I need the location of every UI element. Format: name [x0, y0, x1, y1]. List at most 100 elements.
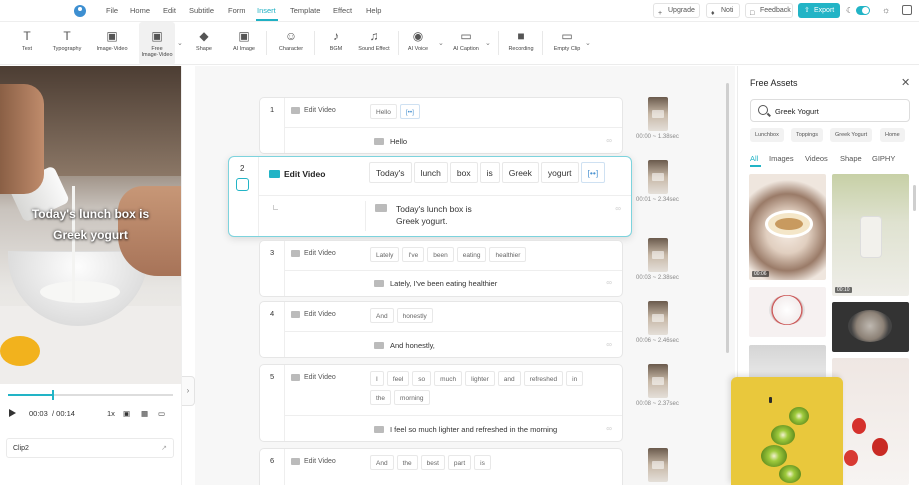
edit-video-button[interactable]: Edit Video — [304, 250, 336, 257]
word-chip[interactable]: lighter — [465, 371, 495, 386]
feedback-button[interactable]: □ Feedback — [745, 3, 793, 18]
grid-icon[interactable]: ▦ — [141, 409, 148, 418]
word-chip[interactable]: I've — [402, 247, 425, 262]
scene-row[interactable]: 1 Edit Video Hello [••] Hello ∞ — [259, 97, 623, 154]
chevron-down-icon[interactable]: ⌄ — [485, 39, 491, 47]
suggestion-chip[interactable]: Greek Yogurt — [830, 128, 873, 142]
word-chip[interactable]: feel — [386, 371, 410, 386]
caption-text[interactable]: Lately, I've been eating healthier — [390, 279, 497, 288]
word-chip[interactable]: and — [497, 371, 521, 386]
tool-empty-clip[interactable]: ▭ Empty Clip — [552, 22, 582, 65]
word-chip[interactable]: honestly — [396, 308, 433, 323]
word-chip[interactable]: much — [434, 371, 463, 386]
tool-image-video[interactable]: ▣ Image·Video — [94, 22, 130, 65]
menu-edit[interactable]: Edit — [163, 6, 176, 15]
scene-thumbnail[interactable] — [648, 238, 668, 272]
asset-yogurt-bowl-video[interactable]: 00:06 — [749, 174, 826, 280]
edit-video-button[interactable]: Edit Video — [304, 311, 336, 318]
word-chip[interactable]: box — [449, 162, 478, 183]
link-icon[interactable]: ∞ — [606, 136, 612, 145]
caption-text[interactable]: Hello — [390, 137, 407, 146]
link-icon[interactable]: ∞ — [606, 424, 612, 433]
clip-selector[interactable]: Clip2 ↗ — [6, 438, 174, 458]
scene-row[interactable]: 3 Edit Video Lately I've been eating healthi… — [259, 240, 623, 297]
suggestion-chip[interactable]: Toppings — [791, 128, 824, 142]
tab-giphy[interactable]: GIPHY — [872, 154, 895, 163]
asset-smoothie-video[interactable]: 00:10 — [832, 174, 909, 296]
external-link-icon[interactable]: ↗ — [161, 444, 167, 452]
word-chip[interactable]: the — [396, 455, 418, 470]
word-chip[interactable]: so — [412, 371, 432, 386]
menu-template[interactable]: Template — [290, 6, 320, 15]
pause-chip[interactable]: [••] — [580, 162, 606, 183]
asset-kiwi-drag-preview[interactable] — [731, 377, 843, 485]
word-chip[interactable]: is — [479, 162, 500, 183]
caption-text[interactable]: And honestly, — [390, 341, 435, 350]
word-chip[interactable]: And — [370, 455, 394, 470]
chevron-down-icon[interactable]: ⌄ — [585, 39, 591, 47]
tool-ai-caption[interactable]: ▭ AI Caption — [452, 22, 480, 65]
tab-videos[interactable]: Videos — [805, 154, 828, 163]
link-icon[interactable]: ∞ — [615, 204, 621, 213]
word-chip[interactable]: healthier — [489, 247, 527, 262]
dark-mode-toggle[interactable] — [856, 6, 870, 15]
word-chip[interactable]: I — [370, 371, 384, 386]
word-chip[interactable]: Hello — [370, 104, 397, 119]
tool-shape[interactable]: ◆ Shape — [191, 22, 217, 65]
tool-text[interactable]: T Text — [14, 22, 40, 65]
scene-row[interactable]: 5 Edit Video Ifeel so much lighter and refres… — [259, 364, 623, 442]
word-chip[interactable]: morning — [394, 390, 430, 405]
caption-text[interactable]: I feel so much lighter and refreshed in … — [390, 425, 557, 434]
sun-icon[interactable]: ☼ — [882, 5, 890, 15]
timeline-scrubber[interactable] — [8, 390, 173, 400]
menu-subtitle[interactable]: Subtitle — [189, 6, 214, 15]
word-chip[interactable]: lunch — [413, 162, 448, 183]
avatar[interactable] — [74, 5, 86, 17]
edit-video-button[interactable]: Edit Video — [304, 107, 336, 114]
menu-insert[interactable]: Insert — [257, 6, 276, 15]
scene-row-selected[interactable]: 2 Edit Video Today's lunch box is Greek yogur… — [228, 156, 632, 237]
word-chip[interactable]: is — [474, 455, 491, 470]
scene-row[interactable]: 4 Edit Video And honestly And honestly, ∞ — [259, 301, 623, 358]
word-chip[interactable]: been — [427, 247, 454, 262]
close-icon[interactable]: ✕ — [901, 76, 910, 89]
menu-help[interactable]: Help — [366, 6, 381, 15]
menu-form[interactable]: Form — [228, 6, 246, 15]
word-chip[interactable]: refreshed — [523, 371, 564, 386]
edit-video-button[interactable]: Edit Video — [304, 374, 336, 381]
tool-ai-voice[interactable]: ◉ AI Voice — [406, 22, 430, 65]
playback-speed[interactable]: 1x — [107, 409, 115, 418]
word-chip[interactable]: in — [566, 371, 584, 386]
scene-thumbnail[interactable] — [648, 97, 668, 131]
chevron-down-icon[interactable]: ⌄ — [177, 39, 183, 47]
menu-file[interactable]: File — [106, 6, 118, 15]
asset-berries-yogurt[interactable] — [749, 287, 826, 337]
tab-images[interactable]: Images — [769, 154, 794, 163]
suggestion-chip[interactable]: Home — [880, 128, 905, 142]
menu-effect[interactable]: Effect — [333, 6, 352, 15]
word-chip[interactable]: the — [370, 390, 392, 405]
panel-toggle-icon[interactable] — [902, 5, 912, 15]
tool-sound-effect[interactable]: ♫ Sound Effect — [356, 22, 392, 65]
word-chip[interactable]: eating — [456, 247, 487, 262]
tool-character[interactable]: ☺ Character — [276, 22, 306, 65]
pause-chip[interactable]: [••] — [399, 104, 420, 119]
asset-search-input[interactable]: Greek Yogurt — [750, 99, 910, 122]
export-button[interactable]: ⇧ Export — [798, 3, 840, 18]
word-chip[interactable]: best — [420, 455, 445, 470]
link-icon[interactable]: ∞ — [606, 340, 612, 349]
asset-strawberry-yogurt[interactable] — [832, 358, 909, 485]
scene-thumbnail[interactable] — [648, 364, 668, 398]
scene-thumbnail[interactable] — [648, 160, 668, 194]
scene-thumbnail[interactable] — [648, 448, 668, 482]
edit-video-button[interactable]: Edit Video — [304, 458, 336, 465]
menu-home[interactable]: Home — [130, 6, 150, 15]
tab-shape[interactable]: Shape — [840, 154, 862, 163]
asset-food-plate[interactable] — [832, 302, 909, 352]
tool-typography[interactable]: T Typography — [48, 22, 86, 65]
word-chip[interactable]: Lately — [370, 247, 400, 262]
word-chip[interactable]: part — [447, 455, 472, 470]
word-chip[interactable]: yogurt — [540, 162, 579, 183]
tool-recording[interactable]: ■ Recording — [507, 22, 535, 65]
tool-bgm[interactable]: ♪ BGM — [326, 22, 346, 65]
